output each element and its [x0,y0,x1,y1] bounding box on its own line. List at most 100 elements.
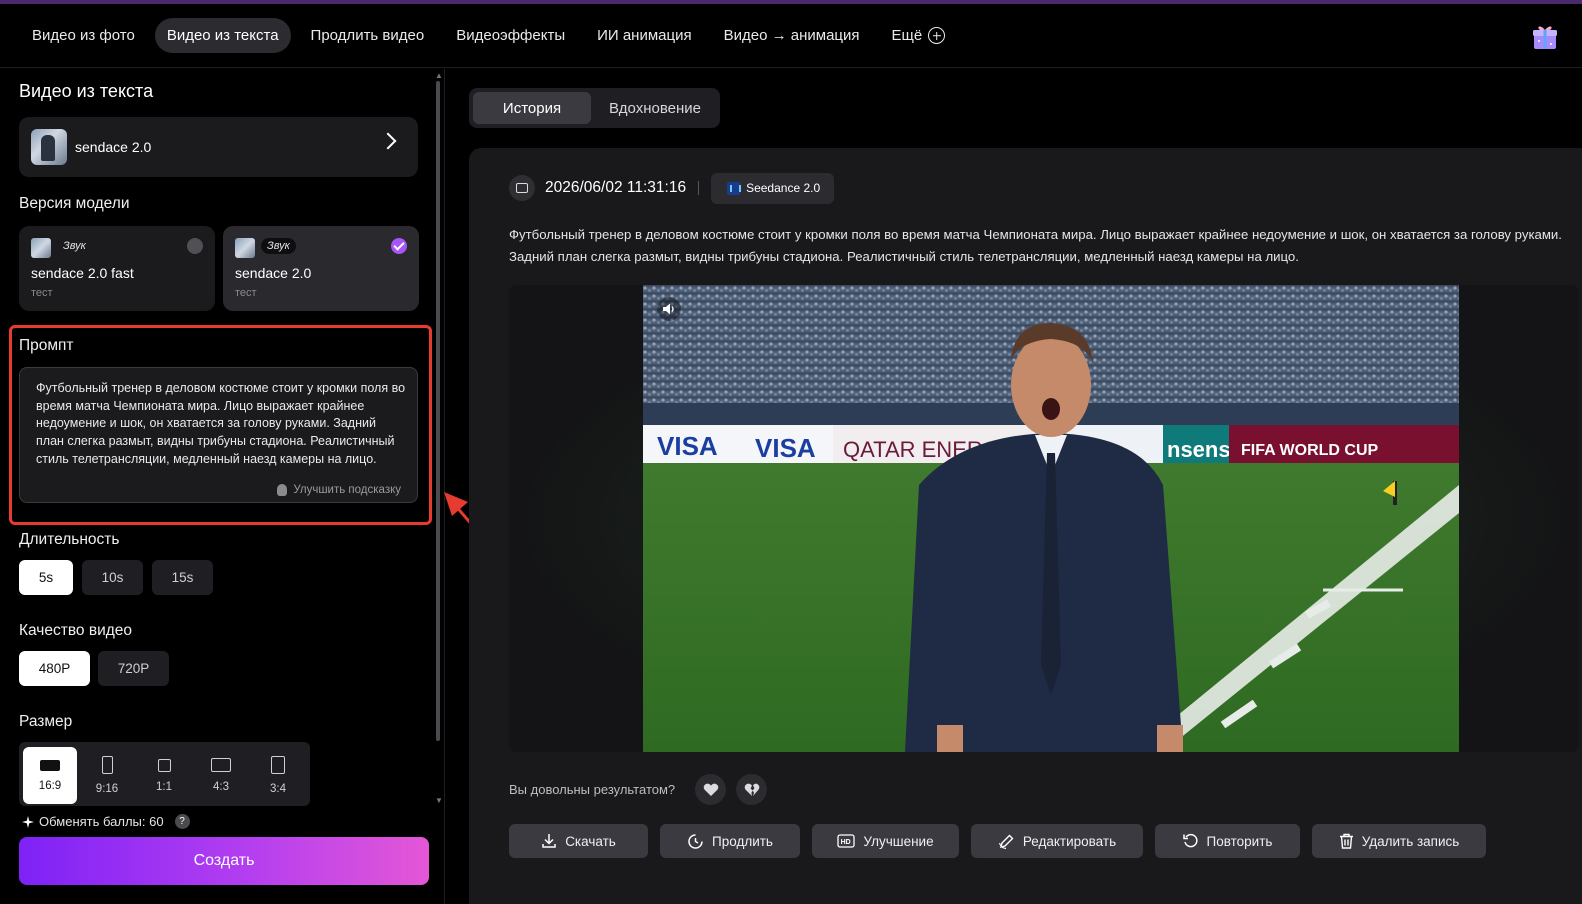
version-label: Версия модели [19,195,130,212]
history-tabs: История Вдохновение [469,88,720,128]
nav-item-video-from-photo[interactable]: Видео из фото [20,18,147,53]
sparkle-icon [22,815,34,828]
model-name: sendace 2.0 [75,139,152,155]
model-chip: Seedance 2.0 [711,172,835,204]
nav-item-video-effects[interactable]: Видеоэффекты [444,18,577,53]
help-icon[interactable]: ? [174,814,190,829]
version-subtitle: тест [235,287,257,299]
hd-icon: HD [837,834,856,848]
duration-option-5s[interactable]: 5s [19,560,73,595]
model-selector[interactable]: sendace 2.0 [19,117,418,177]
aspect-label: 4:3 [213,781,229,793]
board-text-fifa: FIFA WORLD CUP [1241,442,1379,459]
prompt-textarea[interactable]: Футбольный тренер в деловом костюме стои… [19,367,418,503]
sound-tag: Звук [63,240,86,252]
repeat-label: Повторить [1206,833,1273,849]
nav-item-extend-video[interactable]: Продлить видео [299,18,437,53]
version-subtitle: тест [31,287,53,299]
top-navigation: Видео из фото Видео из текста Продлить в… [0,4,1582,68]
feedback-row: Вы довольны результатом? [509,774,777,805]
version-card-standard[interactable]: Звук sendace 2.0 тест [223,226,419,311]
nav-item-video-from-text[interactable]: Видео из текста [154,18,291,53]
extend-label: Продлить [712,833,773,849]
meta-divider [698,181,700,195]
duration-option-10s[interactable]: 10s [82,560,143,595]
gift-icon[interactable] [1530,22,1560,52]
improve-prompt-label: Улучшить подсказку [293,484,401,496]
extend-button[interactable]: Продлить [660,824,800,858]
edit-label: Редактировать [1022,833,1117,849]
enhance-label: Улучшение [863,833,934,849]
board-text-visa-2: VISA [755,433,816,463]
result-card: 2026/06/02 11:31:16 Seedance 2.0 Футболь… [469,148,1582,904]
scroll-down-icon[interactable]: ▼ [435,796,443,805]
tab-history[interactable]: История [473,92,591,124]
aspect-option-3-4[interactable]: 3:4 [251,747,305,804]
chevron-right-icon [379,132,397,150]
dislike-button[interactable] [736,774,768,805]
create-button[interactable]: Создать [19,837,429,885]
aspect-option-4-3[interactable]: 4:3 [194,747,248,804]
repeat-button[interactable]: Повторить [1155,824,1300,858]
aspect-option-16-9[interactable]: 16:9 [23,747,77,804]
nav-more-label: Ещё [891,27,923,44]
download-button[interactable]: Скачать [509,824,648,858]
duration-option-15s[interactable]: 15s [152,560,213,595]
trash-icon [1339,833,1353,849]
scrollbar[interactable] [434,69,442,809]
portrait-icon [271,756,285,774]
delete-button[interactable]: Удалить запись [1312,824,1486,858]
version-thumbnail [235,238,255,258]
aspect-label: 1:1 [156,780,172,793]
enhance-button[interactable]: HD Улучшение [812,824,959,858]
scrollbar-thumb[interactable] [436,81,440,741]
nav-item-ai-animation[interactable]: ИИ анимация [585,18,703,53]
edit-button[interactable]: Редактировать [971,824,1143,858]
video-record-icon [509,175,535,201]
quality-label: Качество видео [19,622,133,639]
version-card-fast[interactable]: Звук sendace 2.0 fast тест [19,226,215,311]
result-meta: 2026/06/02 11:31:16 Seedance 2.0 [509,172,835,204]
square-icon [157,758,171,772]
prompt-text: Футбольный тренер в деловом костюме стои… [36,381,406,466]
tab-inspiration[interactable]: Вдохновение [595,92,715,124]
version-name: sendace 2.0 [235,265,312,281]
svg-text:HD: HD [841,839,851,846]
edit-icon [998,834,1014,849]
aspect-ratio-selector: 16:9 9:16 1:1 4:3 3:4 [19,742,310,806]
seedance-logo-icon [727,181,742,195]
prompt-label: Промпт [19,337,74,354]
repeat-icon [1182,833,1198,848]
result-timestamp: 2026/06/02 11:31:16 [545,179,687,196]
portrait-tall-icon [101,756,113,774]
landscape-icon [211,758,231,772]
board-text-visa-1: VISA [657,431,718,461]
video-still-image: VISA VISA QATAR ENERGY nsense FIFA WORLD… [643,285,1459,752]
quality-option-720p[interactable]: 720P [98,651,169,686]
aspect-option-9-16[interactable]: 9:16 [80,747,134,804]
bulb-icon [277,484,288,496]
model-thumbnail [31,129,67,165]
aspect-label: 16:9 [38,779,62,792]
aspect-option-1-1[interactable]: 1:1 [137,747,191,804]
video-frame: VISA VISA QATAR ENERGY nsense FIFA WORLD… [643,285,1459,752]
volume-button[interactable] [657,297,681,321]
panel-title: Видео из текста [19,81,154,101]
volume-icon [663,303,674,315]
like-button[interactable] [695,774,727,805]
aspect-label: 9:16 [95,783,119,795]
landscape-wide-icon [40,759,60,771]
left-settings-panel: ▲ ▼ Видео из текста sendace 2.0 Версия м… [0,69,445,904]
aspect-label: 3:4 [270,783,286,795]
broken-heart-icon [744,783,759,796]
radio-unchecked-icon[interactable] [187,238,203,254]
radio-checked-icon[interactable] [391,238,407,254]
video-player[interactable]: VISA VISA QATAR ENERGY nsense FIFA WORLD… [509,285,1579,752]
heart-icon [703,783,718,796]
download-icon [542,834,556,848]
nav-item-more[interactable]: Ещё [880,18,958,53]
nav-item-video-to-animation[interactable]: Видео → анимация [712,18,872,53]
action-bar: Скачать Продлить HD Улучшение Редактиров… [509,824,1486,858]
quality-option-480p[interactable]: 480P [19,651,90,686]
improve-prompt-button[interactable]: Улучшить подсказку [277,484,401,496]
